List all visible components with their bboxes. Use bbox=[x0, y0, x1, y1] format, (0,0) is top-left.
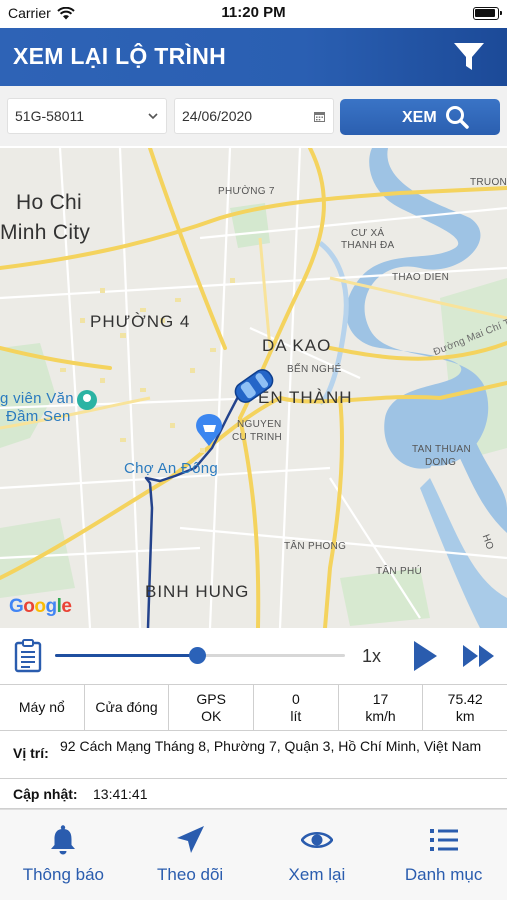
chevron-down-icon bbox=[148, 113, 158, 120]
app-header: XEM LẠI LỘ TRÌNH bbox=[0, 28, 507, 86]
tab-bar: Thông báo Theo dõi Xem lại Danh mục bbox=[0, 809, 507, 900]
vehicle-select-value: 51G-58011 bbox=[15, 108, 85, 124]
map-label-district: TÂN PHÚ bbox=[376, 566, 422, 577]
map-label-district: TRUON bbox=[470, 177, 507, 188]
map-label-district: THAO DIEN bbox=[392, 272, 450, 283]
location-value: 92 Cách Mạng Tháng 8, Phường 7, Quận 3, … bbox=[60, 738, 482, 754]
stat-value: Cửa đóng bbox=[95, 699, 158, 715]
vehicle-select[interactable]: 51G-58011 bbox=[7, 98, 167, 134]
map-label-district: DONG bbox=[425, 457, 457, 468]
map-label-district: BINH HUNG bbox=[145, 582, 250, 601]
stat-value: Máy nổ bbox=[18, 699, 65, 715]
eye-icon bbox=[300, 831, 333, 849]
map-label-poi: Chợ An Đông bbox=[124, 460, 219, 477]
navigation-arrow-icon bbox=[177, 826, 205, 853]
map-label-district: BẾN NGHÉ bbox=[287, 364, 342, 375]
tab-tracking[interactable]: Theo dõi bbox=[127, 810, 254, 900]
map-label-district: PHƯỜNG 4 bbox=[90, 312, 191, 331]
updated-value: 13:41:41 bbox=[93, 786, 148, 802]
playback-slider-handle[interactable] bbox=[189, 647, 207, 664]
tab-label: Danh mục bbox=[404, 865, 483, 884]
stat-distance: 75.42 km bbox=[423, 685, 507, 730]
map-label-district: NGUYEN bbox=[237, 419, 282, 430]
tab-replay[interactable]: Xem lại bbox=[254, 810, 381, 900]
clock: 11:20 PM bbox=[221, 4, 286, 21]
map-label-city: Ho Chi bbox=[16, 191, 82, 214]
playback-bar: 1x bbox=[0, 628, 507, 684]
playback-slider[interactable] bbox=[55, 647, 345, 664]
fast-forward-icon[interactable] bbox=[462, 644, 496, 668]
stat-door: Cửa đóng bbox=[85, 685, 170, 730]
map-label-district: THANH ĐA bbox=[341, 240, 395, 251]
map-label-district: CƯ XÁ bbox=[351, 228, 385, 239]
route-map[interactable]: Ho Chi Minh City PHƯỜNG 7 TRUON CƯ XÁ TH… bbox=[0, 148, 507, 628]
map-label-district: CU TRINH bbox=[232, 432, 282, 443]
vehicle-stats: Máy nổ Cửa đóng GPS OK 0 lít 17 km/h 75.… bbox=[0, 684, 507, 731]
stat-fuel: 0 lít bbox=[254, 685, 339, 730]
location-label: Vị trí: bbox=[13, 745, 49, 761]
map-label-park: g viên Văn bbox=[0, 390, 74, 407]
stat-gps: GPS OK bbox=[169, 685, 255, 730]
bell-icon bbox=[51, 825, 76, 855]
location-row: Vị trí: 92 Cách Mạng Tháng 8, Phường 7, … bbox=[0, 731, 507, 779]
filter-toolbar: 51G-58011 24/06/2020 XEM bbox=[0, 86, 507, 146]
google-attribution: Google bbox=[9, 596, 72, 617]
stat-engine: Máy nổ bbox=[0, 685, 85, 730]
map-label-district: PHƯỜNG 7 bbox=[218, 186, 275, 197]
map-label-district: TAN THUAN bbox=[412, 444, 471, 455]
vehicle-marker-icon bbox=[234, 369, 274, 403]
stat-speed: 17 km/h bbox=[339, 685, 424, 730]
battery-icon bbox=[473, 7, 502, 20]
tab-notifications[interactable]: Thông báo bbox=[0, 810, 127, 900]
view-button-label: XEM bbox=[402, 109, 437, 126]
page-title: XEM LẠI LỘ TRÌNH bbox=[13, 43, 227, 69]
stat-value: 75.42 bbox=[447, 690, 483, 707]
tab-catalog[interactable]: Danh mục bbox=[380, 810, 507, 900]
map-label-district: DA KAO bbox=[262, 336, 332, 355]
map-label-park: Đầm Sen bbox=[6, 408, 71, 425]
stat-unit: lít bbox=[290, 707, 302, 724]
map-label-district: TÂN PHONG bbox=[284, 541, 347, 552]
map-label-city: Minh City bbox=[0, 221, 91, 244]
date-field[interactable]: 24/06/2020 bbox=[174, 98, 334, 134]
updated-row: Cập nhật: 13:41:41 bbox=[0, 779, 507, 809]
calendar-icon bbox=[314, 112, 325, 122]
stat-value: 17 bbox=[372, 690, 389, 707]
view-button[interactable]: XEM bbox=[340, 99, 500, 135]
search-icon bbox=[446, 106, 469, 129]
updated-label: Cập nhật: bbox=[13, 786, 78, 802]
stat-value: 0 bbox=[291, 690, 300, 707]
tab-label: Thông báo bbox=[22, 865, 105, 884]
playback-speed[interactable]: 1x bbox=[362, 646, 381, 667]
stat-unit: km bbox=[455, 707, 475, 724]
play-icon[interactable] bbox=[412, 640, 438, 672]
playback-slider-fill bbox=[55, 654, 198, 657]
date-field-value: 24/06/2020 bbox=[182, 108, 253, 124]
filter-icon[interactable] bbox=[453, 42, 485, 72]
tab-label: Theo dõi bbox=[157, 865, 224, 884]
stat-unit: OK bbox=[201, 707, 222, 724]
stat-unit: km/h bbox=[365, 707, 396, 724]
clipboard-icon[interactable] bbox=[14, 639, 42, 673]
stat-value: GPS bbox=[196, 690, 226, 707]
status-bar: Carrier 11:20 PM bbox=[0, 0, 507, 28]
tab-label: Xem lại bbox=[288, 865, 346, 884]
list-icon bbox=[429, 829, 458, 851]
